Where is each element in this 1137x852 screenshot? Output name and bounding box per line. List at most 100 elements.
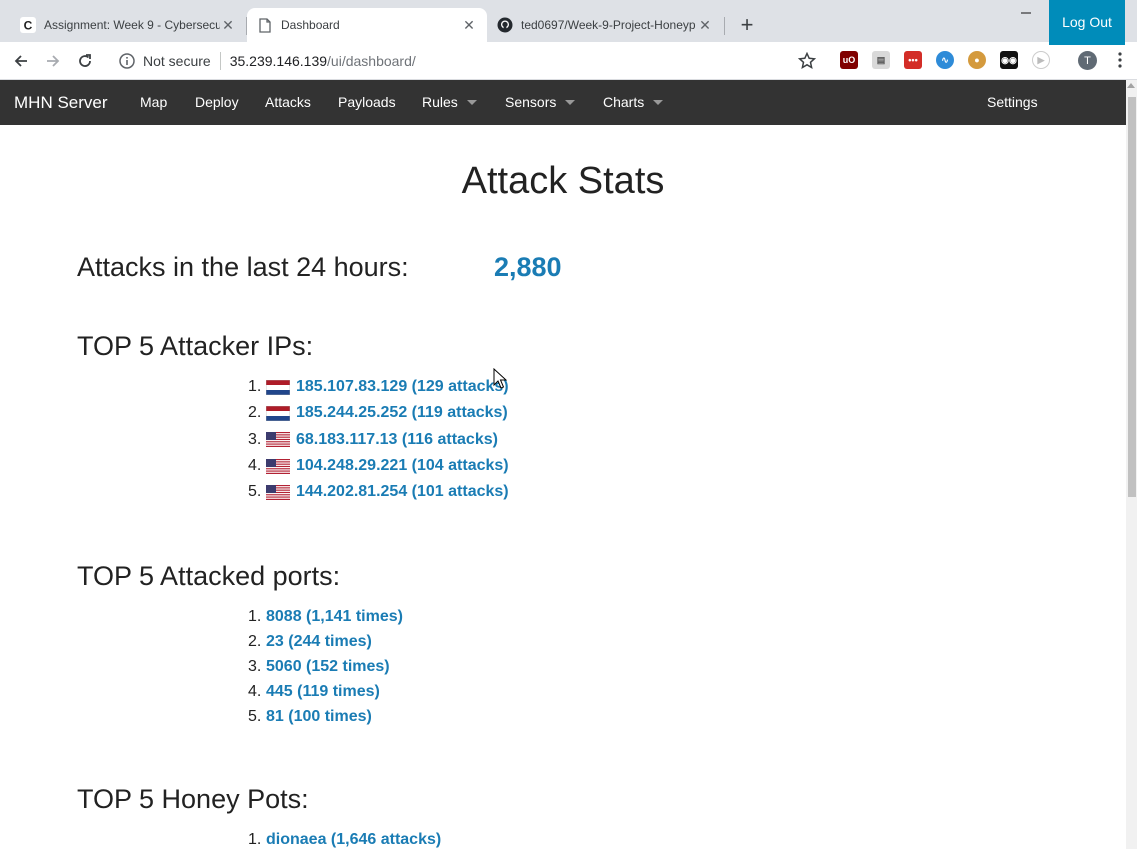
top-ips-heading: TOP 5 Attacker IPs: [77,331,314,361]
tab-github[interactable]: ted0697/Week-9-Project-Honeyp ✕ [487,8,723,42]
attacks-24h-value: 2,880 [494,252,562,282]
caret-down-icon [653,99,664,105]
back-icon[interactable] [10,50,32,72]
list-item: 2. 185.244.25.252 (119 attacks) [248,400,509,426]
list-item: 3. 5060 (152 times) [248,654,403,679]
list-number: 1. [248,378,262,396]
address-bar[interactable]: Not secure 35.239.146.139/ui/dashboard/ [110,46,830,75]
usa-flag-icon [266,484,290,500]
nav-label: Sensors [505,94,557,110]
nav-label: Attacks [265,94,311,110]
list-item: 4. 445 (119 times) [248,679,403,704]
logout-button[interactable]: Log Out [1049,0,1125,45]
nav-sensors[interactable]: Sensors [505,80,576,125]
scroll-up-icon[interactable] [1127,83,1135,88]
forward-icon[interactable] [42,50,64,72]
port-link[interactable]: 5060 (152 times) [266,658,390,676]
nav-payloads[interactable]: Payloads [338,80,396,125]
attacker-ip-link[interactable]: 144.202.81.254 (101 attacks) [296,483,509,501]
honeypot-link[interactable]: dionaea (1,646 attacks) [266,831,441,849]
url-host: 35.239.146.139 [229,52,328,69]
top-ports-list: 1. 8088 (1,141 times) 2. 23 (244 times) 3.… [248,604,403,729]
nav-deploy[interactable]: Deploy [195,80,239,125]
nav-label: Rules [422,94,458,110]
list-number: 1. [248,830,262,848]
nav-charts[interactable]: Charts [603,80,664,125]
bookmark-star-icon[interactable] [796,50,818,72]
profile-avatar[interactable]: T [1078,51,1097,70]
caret-down-icon [466,99,477,105]
top-ports-heading: TOP 5 Attacked ports: [77,561,341,591]
security-label: Not secure [143,52,211,69]
list-item: 3. 68.183.117.13 (116 attacks) [248,427,509,453]
list-item: 5. 144.202.81.254 (101 attacks) [248,479,509,505]
reload-icon[interactable] [74,50,96,72]
list-number: 5. [248,707,262,725]
tab-title: ted0697/Week-9-Project-Honeyp [521,18,696,32]
new-tab-button[interactable]: + [736,14,758,36]
close-tab-icon[interactable]: ✕ [697,17,713,34]
nav-label: Payloads [338,94,396,110]
attacker-ip-link[interactable]: 185.107.83.129 (129 attacks) [296,378,509,396]
top-pots-list: 1. dionaea (1,646 attacks) [248,827,441,852]
list-number: 4. [248,457,262,475]
list-number: 3. [248,657,262,675]
ext-lastpass-icon[interactable]: ••• [904,51,922,69]
list-number: 3. [248,430,262,448]
nav-attacks[interactable]: Attacks [265,80,311,125]
omnibox-divider [219,51,221,70]
browser-toolbar: Not secure 35.239.146.139/ui/dashboard/ [0,42,1137,80]
nav-rules[interactable]: Rules [422,80,477,125]
tab-strip: C Assignment: Week 9 - Cybersecur ✕ Dash… [0,0,1137,42]
attacker-ip-link[interactable]: 104.248.29.221 (104 attacks) [296,457,509,475]
ext-play-icon[interactable]: ▶ [1032,51,1050,69]
port-link[interactable]: 8088 (1,141 times) [266,608,403,626]
ext-pulse-icon[interactable]: ∿ [936,51,954,69]
ext-reader-icon[interactable]: ▤ [872,51,890,69]
ext-glasses-icon[interactable]: ◉◉ [1000,51,1018,69]
caret-down-icon [565,99,576,105]
tab-separator [724,17,725,35]
port-link[interactable]: 445 (119 times) [266,683,380,701]
github-icon [497,17,513,33]
list-number: 4. [248,682,262,700]
netherlands-flag-icon [266,405,290,421]
attacker-ip-link[interactable]: 68.183.117.13 (116 attacks) [296,431,498,449]
brand-logo[interactable]: MHN Server [14,80,108,125]
usa-flag-icon [266,458,290,474]
tab-dashboard[interactable]: Dashboard ✕ [247,8,487,42]
close-tab-icon[interactable]: ✕ [461,17,477,34]
top-ips-list: 1. 185.107.83.129 (129 attacks) 2. 185.2… [248,374,509,505]
minimize-icon[interactable] [1014,6,1038,26]
nav-map[interactable]: Map [140,80,167,125]
list-number: 5. [248,483,262,501]
attacker-ip-link[interactable]: 185.244.25.252 (119 attacks) [296,404,508,422]
port-link[interactable]: 23 (244 times) [266,633,372,651]
port-link[interactable]: 81 (100 times) [266,708,372,726]
info-icon[interactable] [118,52,136,70]
nav-settings[interactable]: Settings [987,80,1038,125]
menu-kebab-icon[interactable] [1111,51,1129,69]
nav-label: Deploy [195,94,239,110]
list-number: 2. [248,404,262,422]
list-item: 5. 81 (100 times) [248,704,403,729]
ext-cookie-icon[interactable]: ● [968,51,986,69]
url-path: /ui/dashboard/ [327,52,416,69]
page-icon [257,17,273,33]
ublock-icon[interactable]: uO [840,51,858,69]
list-item: 1. 185.107.83.129 (129 attacks) [248,374,509,400]
c-icon: C [20,17,36,33]
netherlands-flag-icon [266,379,290,395]
tab-title: Dashboard [281,18,340,32]
tab-title: Assignment: Week 9 - Cybersecur [44,18,220,32]
close-tab-icon[interactable]: ✕ [220,17,236,34]
nav-label: Map [140,94,168,110]
list-item: 4. 104.248.29.221 (104 attacks) [248,453,509,479]
tab-assignment[interactable]: C Assignment: Week 9 - Cybersecur ✕ [10,8,246,42]
list-item: 1. 8088 (1,141 times) [248,604,403,629]
list-item: 1. dionaea (1,646 attacks) [248,827,441,852]
nav-label: Charts [603,94,645,110]
usa-flag-icon [266,432,290,448]
scrollbar-thumb[interactable] [1128,97,1136,497]
list-item: 2. 23 (244 times) [248,629,403,654]
